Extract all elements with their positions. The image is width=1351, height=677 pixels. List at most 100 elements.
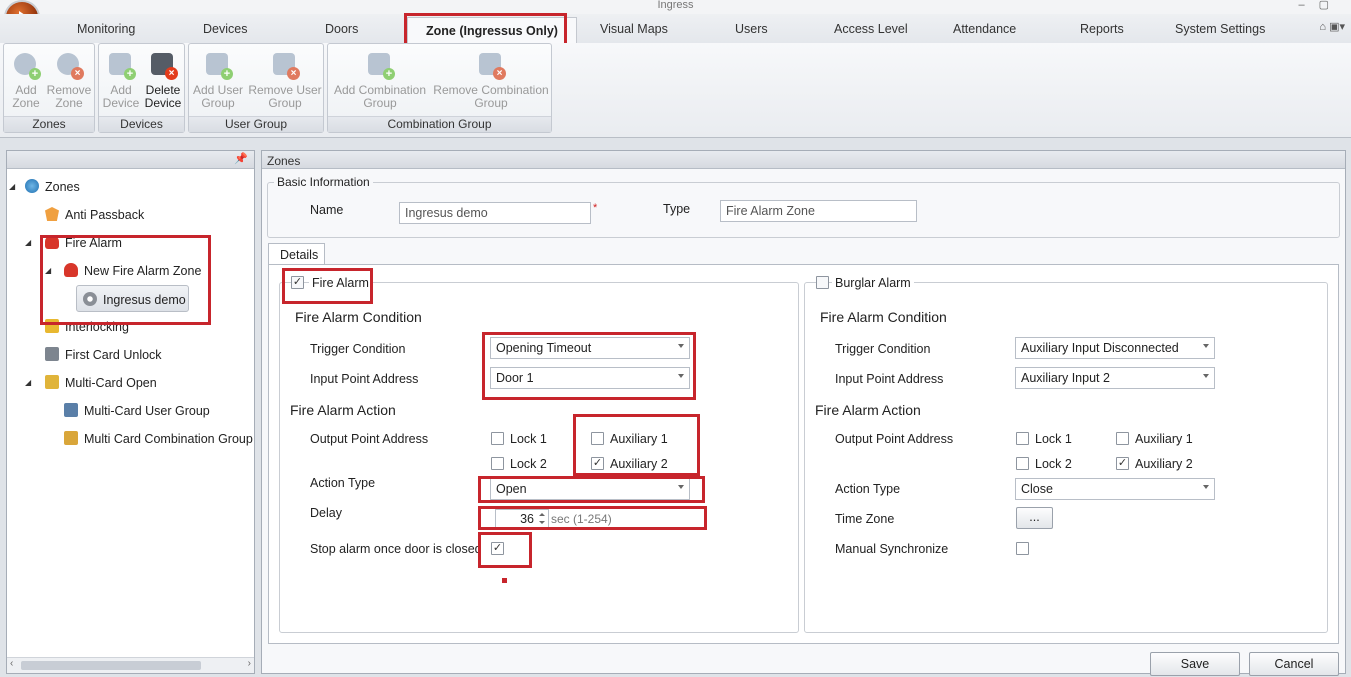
tree-item-fire-alarm[interactable]: Fire Alarm (45, 235, 122, 250)
remove-zone-button[interactable]: × Remove Zone (46, 50, 92, 110)
scroll-thumb[interactable] (21, 661, 201, 670)
fire-alarm-checkbox[interactable]: ✓ (291, 276, 304, 289)
manual-synchronize-checkbox[interactable] (1016, 542, 1029, 555)
burglar-auxiliary1-checkbox[interactable] (1116, 432, 1129, 445)
card-icon (45, 347, 59, 361)
shield-icon (45, 207, 59, 221)
action-type-label: Action Type (310, 476, 376, 490)
fire-action-title: Fire Alarm Action (290, 402, 396, 418)
tab-devices[interactable]: Devices (203, 22, 247, 36)
add-user-group-icon: + (203, 50, 233, 80)
details-panel (268, 264, 1339, 644)
expand-arrow-icon[interactable]: ◢ (9, 182, 15, 191)
tab-users[interactable]: Users (735, 22, 768, 36)
tab-attendance[interactable]: Attendance (953, 22, 1016, 36)
input-point-address-label: Input Point Address (310, 372, 419, 386)
window-controls[interactable]: –▢ (1298, 0, 1343, 11)
input-point-address-select[interactable]: Door 1 (490, 367, 690, 389)
delete-device-icon: × (148, 50, 178, 80)
add-combination-group-icon: + (365, 50, 395, 80)
ribbon-group-label: Combination Group (328, 116, 551, 132)
tree-horizontal-scrollbar[interactable]: ‹ › (7, 657, 254, 673)
auxiliary1-checkbox[interactable] (591, 432, 604, 445)
cancel-button[interactable]: Cancel (1249, 652, 1339, 676)
ribbon-group-zones: + Add Zone × Remove Zone Zones (3, 43, 95, 133)
auxiliary2-checkbox[interactable]: ✓ (591, 457, 604, 470)
tab-zone[interactable]: Zone (Ingressus Only) (407, 17, 577, 43)
expand-arrow-icon[interactable]: ◢ (25, 378, 31, 387)
burglar-action-type-label: Action Type (835, 482, 901, 496)
remove-user-group-icon: × (270, 50, 300, 80)
burglar-lock2-checkbox[interactable] (1016, 457, 1029, 470)
tab-access-level[interactable]: Access Level (834, 22, 908, 36)
ribbon-group-combination-group: + Add Combination Group × Remove Combinat… (327, 43, 552, 133)
tab-doors[interactable]: Doors (325, 22, 358, 36)
pin-icon[interactable]: 📌 (234, 152, 248, 165)
burglar-action-type-select[interactable]: Close (1015, 478, 1215, 500)
tree-item-ingresus-demo[interactable]: Ingresus demo (76, 285, 189, 312)
ribbon-group-devices: + Add Device × Delete Device Devices (98, 43, 185, 133)
combination-group-icon (64, 431, 78, 445)
output-point-address-label: Output Point Address (310, 432, 429, 446)
scroll-right-icon[interactable]: › (248, 658, 251, 669)
zone-details-pane: Zones Basic Information Name Ingresus de… (261, 150, 1346, 676)
ribbon-group-label: Devices (99, 116, 184, 132)
lock2-checkbox[interactable] (491, 457, 504, 470)
tree-pane-header: 📌 (7, 151, 254, 169)
time-zone-button[interactable]: ... (1016, 507, 1053, 529)
tree-item-new-fire-alarm-zone[interactable]: New Fire Alarm Zone (64, 263, 201, 278)
spin-down-icon[interactable] (539, 521, 545, 524)
name-field[interactable]: Ingresus demo (399, 202, 591, 224)
ribbon-options-icon[interactable]: ⌂ ▣▾ (1319, 20, 1345, 33)
stop-alarm-checkbox[interactable]: ✓ (491, 542, 504, 555)
delay-stepper[interactable]: 36 (495, 509, 549, 529)
burglar-auxiliary2-checkbox[interactable]: ✓ (1116, 457, 1129, 470)
burglar-input-point-address-select[interactable]: Auxiliary Input 2 (1015, 367, 1215, 389)
action-type-select[interactable]: Open (490, 478, 690, 500)
type-label: Type (663, 202, 691, 216)
tab-monitoring[interactable]: Monitoring (77, 22, 135, 36)
window-title: Ingress (657, 0, 694, 11)
auxiliary1-label: Auxiliary 1 (610, 432, 668, 446)
tree-item-first-card-unlock[interactable]: First Card Unlock (45, 347, 162, 362)
tree-item-multi-card-open[interactable]: Multi-Card Open (45, 375, 157, 390)
tab-visual-maps[interactable]: Visual Maps (600, 22, 668, 36)
expand-arrow-icon[interactable]: ◢ (45, 266, 51, 275)
add-user-group-button[interactable]: + Add User Group (191, 50, 245, 110)
chevron-down-icon (678, 344, 684, 348)
type-field: Fire Alarm Zone (720, 200, 917, 222)
add-zone-button[interactable]: + Add Zone (6, 50, 46, 110)
delay-label: Delay (310, 506, 342, 520)
stop-alarm-label: Stop alarm once door is closed (310, 542, 482, 556)
add-device-button[interactable]: + Add Device (101, 50, 141, 110)
tree-item-interlocking[interactable]: Interlocking (45, 319, 129, 334)
tree-item-multi-card-combination-group[interactable]: Multi Card Combination Group (64, 431, 253, 446)
burglar-trigger-condition-select[interactable]: Auxiliary Input Disconnected (1015, 337, 1215, 359)
burglar-auxiliary1-label: Auxiliary 1 (1135, 432, 1193, 446)
zone-tree-pane: 📌 ◢ Zones Anti Passback ◢ Fire Alarm ◢ N… (6, 150, 255, 674)
remove-user-group-button[interactable]: × Remove User Group (247, 50, 323, 110)
remove-combination-group-button[interactable]: × Remove Combination Group (432, 50, 550, 110)
lock2-label: Lock 2 (510, 457, 547, 471)
chevron-down-icon (678, 374, 684, 378)
time-zone-label: Time Zone (835, 512, 895, 526)
scroll-left-icon[interactable]: ‹ (10, 658, 13, 669)
save-button[interactable]: Save (1150, 652, 1240, 676)
tree-item-anti-passback[interactable]: Anti Passback (45, 207, 144, 222)
tab-details[interactable]: Details (268, 243, 325, 265)
tab-system-settings[interactable]: System Settings (1175, 22, 1265, 36)
trigger-condition-select[interactable]: Opening Timeout (490, 337, 690, 359)
trigger-condition-label: Trigger Condition (310, 342, 406, 356)
lock1-checkbox[interactable] (491, 432, 504, 445)
tree-item-zones[interactable]: Zones (25, 179, 80, 194)
tab-reports[interactable]: Reports (1080, 22, 1124, 36)
burglar-alarm-checkbox[interactable] (816, 276, 829, 289)
remove-combination-group-icon: × (476, 50, 506, 80)
add-combination-group-button[interactable]: + Add Combination Group (330, 50, 430, 110)
tree-item-multi-card-user-group[interactable]: Multi-Card User Group (64, 403, 210, 418)
burglar-lock1-checkbox[interactable] (1016, 432, 1029, 445)
chevron-down-icon (1203, 344, 1209, 348)
delete-device-button[interactable]: × Delete Device (143, 50, 183, 110)
spin-up-icon[interactable] (539, 513, 545, 516)
expand-arrow-icon[interactable]: ◢ (25, 238, 31, 247)
